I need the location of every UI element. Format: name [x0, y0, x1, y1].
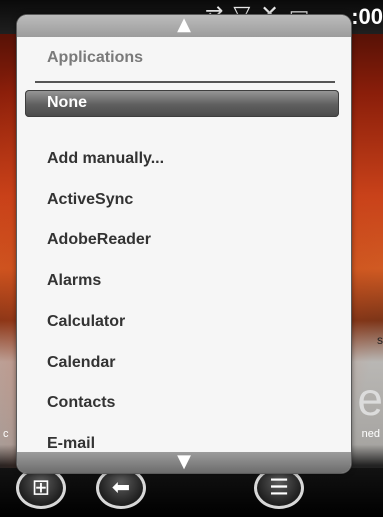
applications-popup: ▲ Applications None Add manually... Acti… — [17, 15, 351, 473]
list-item[interactable]: Calculator — [47, 313, 125, 331]
background-fragment: ned — [361, 428, 380, 440]
list-item[interactable]: E-mail — [47, 435, 95, 453]
background-glyph: e — [357, 373, 383, 425]
chevron-down-icon: ▼ — [177, 451, 191, 472]
scroll-up-button[interactable]: ▲ — [17, 15, 351, 37]
selected-item[interactable]: None — [25, 90, 339, 117]
list-item[interactable]: Add manually... — [47, 150, 164, 168]
list-item[interactable]: Calendar — [47, 354, 115, 372]
list-item[interactable]: ActiveSync — [47, 191, 133, 209]
list-item[interactable]: Alarms — [47, 272, 101, 290]
menu-button[interactable]: ☰ — [254, 467, 304, 509]
chevron-up-icon: ▲ — [177, 15, 191, 35]
windows-start-icon: ⊞ — [31, 475, 51, 501]
background-fragment: c — [3, 428, 9, 440]
device-screen: ⇄▽✕▭ :00 s e ned c ⊞ ⬅ ☰ ▲ Applications … — [0, 0, 383, 517]
scroll-down-button[interactable]: ▼ — [17, 452, 351, 473]
start-button[interactable]: ⊞ — [16, 467, 66, 509]
back-button[interactable]: ⬅ — [96, 467, 146, 509]
back-arrow-icon: ⬅ — [111, 475, 131, 501]
background-fragment: s — [377, 333, 383, 347]
section-title: Applications — [47, 49, 144, 66]
menu-list-icon: ☰ — [269, 475, 289, 501]
selected-item-label: None — [47, 94, 87, 111]
list-item[interactable]: Contacts — [47, 394, 115, 412]
status-clock: :00 — [351, 4, 383, 29]
section-divider — [35, 81, 335, 83]
list-item[interactable]: AdobeReader — [47, 231, 151, 249]
